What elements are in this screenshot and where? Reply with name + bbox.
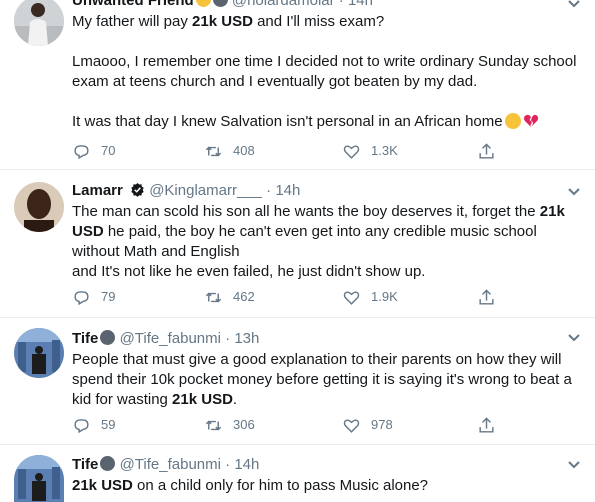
tweet-header: Tife @Tife_fabunmi · 14h [72, 454, 579, 476]
tweet-line: Lmaooo, I remember one time I decided no… [72, 53, 577, 70]
timestamp[interactable]: 14h [234, 456, 259, 473]
tweet-line: spend their 10k pocket money before gett… [72, 371, 572, 388]
retweet-button[interactable]: 462 [204, 286, 255, 308]
tweet-line: My father will pay 21k USD and I'll miss… [72, 13, 385, 30]
tweet-header: Tife @Tife_fabunmi · 13h [72, 328, 579, 350]
avatar[interactable] [14, 328, 64, 378]
reply-icon [74, 418, 89, 433]
display-name[interactable]: Tife [72, 330, 98, 347]
more-options-icon[interactable] [567, 330, 581, 342]
like-button[interactable]: 1.3K [342, 140, 398, 162]
user-handle[interactable]: @holardamolar [232, 0, 335, 9]
like-icon [343, 418, 360, 433]
avatar[interactable] [14, 182, 64, 232]
timestamp[interactable]: 13h [234, 330, 259, 347]
like-count: 1.9K [371, 289, 398, 304]
reply-button[interactable]: 79 [72, 286, 115, 308]
tweet-line: The man can scold his son all he wants t… [72, 203, 565, 220]
tweet-text: 21k USD on a child only for him to pass … [72, 476, 579, 496]
like-icon [343, 144, 360, 159]
reply-icon [74, 290, 89, 305]
separator-dot: · [338, 0, 344, 9]
tweet-line: People that must give a good explanation… [72, 351, 562, 368]
share-icon [479, 142, 494, 159]
reply-button[interactable]: 59 [72, 414, 115, 436]
retweet-count: 462 [233, 289, 255, 304]
verified-badge-icon [130, 182, 145, 204]
reply-count: 59 [101, 417, 116, 432]
timestamp[interactable]: 14h [348, 0, 373, 9]
dark-face-emoji-icon [100, 330, 116, 345]
retweet-icon [205, 292, 222, 302]
like-icon [343, 290, 360, 305]
tweet-header: Unwanted Friend @holardamolar · 14h [72, 0, 579, 12]
share-button[interactable] [477, 414, 506, 436]
more-options-icon[interactable] [567, 0, 581, 8]
tweet-line: exam at teens church and I eventually go… [72, 73, 478, 90]
like-button[interactable]: 1.9K [342, 286, 398, 308]
reply-count: 79 [101, 289, 116, 304]
share-button[interactable] [477, 140, 506, 162]
like-button[interactable]: 978 [342, 414, 393, 436]
user-handle[interactable]: @Tife_fabunmi [120, 456, 221, 473]
tweet-line: without Math and English [72, 243, 240, 260]
crying-face-emoji-icon [504, 113, 521, 129]
tweet-line: It was that day I knew Salvation isn't p… [72, 112, 579, 135]
tweet-line: 21k USD on a child only for him to pass … [72, 477, 429, 494]
like-count: 978 [371, 417, 393, 432]
tweet-actions: 79 462 1.9K [72, 286, 512, 308]
tweet-line: and It's not like he even failed, he jus… [72, 263, 426, 280]
dark-face-emoji-icon [100, 456, 116, 471]
retweet-button[interactable]: 408 [204, 140, 255, 162]
retweet-count: 408 [233, 143, 255, 158]
broken-heart-emoji-icon [523, 113, 539, 135]
separator-dot: · [266, 182, 272, 199]
user-handle[interactable]: @Kinglamarr___ [149, 182, 262, 199]
reply-button[interactable]: 70 [72, 140, 115, 162]
avatar[interactable] [14, 455, 64, 502]
tweet-actions: 70 408 1.3K [72, 140, 512, 162]
share-icon [479, 288, 494, 305]
relieved-face-emoji-icon [195, 0, 211, 7]
tweet-text: People that must give a good explanation… [72, 350, 579, 410]
tweet-header: Lamarr @Kinglamarr___ · 14h [72, 180, 579, 202]
share-icon [479, 416, 494, 433]
tweet[interactable]: Tife @Tife_fabunmi · 14h 21k USD on a ch… [0, 445, 595, 502]
separator-dot: · [225, 456, 231, 473]
dark-face-emoji-icon [212, 0, 228, 7]
display-name[interactable]: Unwanted Friend [72, 0, 194, 9]
separator-dot: · [225, 330, 231, 347]
display-name[interactable]: Lamarr [72, 182, 123, 199]
tweet-text: The man can scold his son all he wants t… [72, 202, 579, 282]
share-button[interactable] [477, 286, 506, 308]
tweet-line: USD he paid, the boy he can't even get i… [72, 223, 537, 240]
reply-icon [74, 144, 89, 159]
like-count: 1.3K [371, 143, 398, 158]
tweet-text: My father will pay 21k USD and I'll miss… [72, 12, 579, 135]
user-handle[interactable]: @Tife_fabunmi [120, 330, 221, 347]
reply-count: 70 [101, 143, 116, 158]
more-options-icon[interactable] [567, 457, 581, 469]
retweet-icon [205, 420, 222, 430]
more-options-icon[interactable] [567, 184, 581, 196]
timestamp[interactable]: 14h [275, 182, 300, 199]
display-name[interactable]: Tife [72, 456, 98, 473]
retweet-count: 306 [233, 417, 255, 432]
retweet-icon [205, 146, 222, 156]
tweet-actions: 59 306 978 [72, 414, 512, 436]
tweet-line: kid for wasting 21k USD. [72, 391, 238, 408]
retweet-button[interactable]: 306 [204, 414, 255, 436]
avatar[interactable] [14, 0, 64, 46]
